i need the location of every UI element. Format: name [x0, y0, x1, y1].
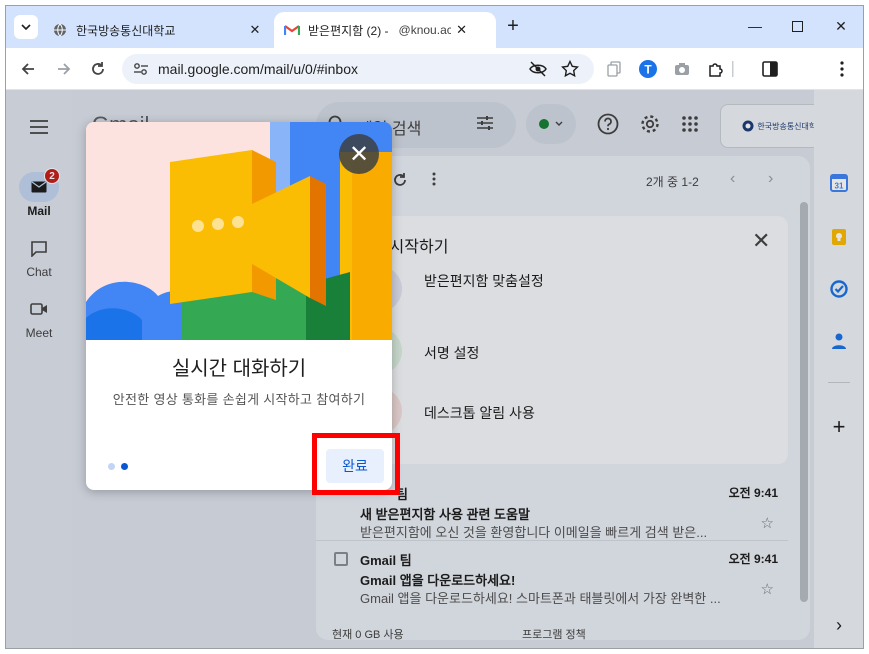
close-tab-icon[interactable]: ✕: [451, 19, 473, 41]
select-checkbox[interactable]: [334, 552, 348, 566]
reload-button[interactable]: [86, 57, 110, 81]
arrow-left-icon: [21, 63, 34, 75]
bookmark-star-icon[interactable]: [560, 59, 580, 79]
program-policy-link[interactable]: 프로그램 정책: [522, 626, 586, 642]
email-sender: Gmail 팀: [360, 553, 412, 568]
svg-text:T: T: [644, 63, 652, 77]
email-subject: Gmail 앱을 다운로드하세요!: [360, 573, 516, 588]
maximize-icon: [791, 20, 803, 32]
gear-icon[interactable]: [638, 112, 662, 136]
browser-toolbar: mail.google.com/mail/u/0/#inbox T: [6, 48, 863, 90]
setup-item-notifications[interactable]: 데스크톱 알림 사용: [424, 404, 584, 422]
tab-account: @knou.ac.kr: [398, 23, 451, 37]
email-row[interactable]: Gmail 팀 오전 9:41 Gmail 앱을 다운로드하세요! Gmail …: [316, 542, 788, 606]
row-divider: [316, 540, 788, 541]
university-emblem-icon: [742, 120, 754, 132]
gmail-rail: 2 Mail Chat Meet: [6, 90, 72, 648]
close-onboarding-button[interactable]: ✕: [339, 134, 379, 174]
rail-meet-label[interactable]: Meet: [6, 326, 72, 340]
address-bar[interactable]: mail.google.com/mail/u/0/#inbox: [122, 54, 594, 84]
help-icon[interactable]: [596, 112, 620, 136]
menu-kebab-icon[interactable]: [830, 57, 854, 81]
maximize-button[interactable]: [782, 14, 812, 38]
email-subject: 새 받은편지함 사용 관련 도움말: [360, 507, 530, 522]
eye-off-icon[interactable]: [528, 59, 548, 79]
chat-icon: [31, 241, 47, 257]
forward-button[interactable]: [52, 57, 76, 81]
tab-knou[interactable]: 한국방송통신대학교 ✕: [42, 12, 270, 48]
onboarding-description: 안전한 영상 통화를 손쉽게 시작하고 참여하기: [112, 392, 366, 407]
browser-window: 한국방송통신대학교 ✕ 받은편지함 (2) - @knou.ac.kr ✕ + …: [5, 5, 864, 649]
tab-gmail[interactable]: 받은편지함 (2) - @knou.ac.kr ✕: [274, 12, 496, 48]
rail-chat-label[interactable]: Chat: [6, 265, 72, 279]
refresh-icon[interactable]: [392, 172, 408, 193]
url-text: mail.google.com/mail/u/0/#inbox: [158, 61, 358, 77]
rail-mail-label[interactable]: Mail: [6, 204, 72, 218]
camera-icon[interactable]: [670, 57, 694, 81]
more-options-icon[interactable]: [432, 172, 436, 191]
tab-strip: 한국방송통신대학교 ✕ 받은편지함 (2) - @knou.ac.kr ✕ + …: [6, 6, 863, 48]
page-dot-2[interactable]: [121, 463, 128, 470]
pagination-dots: [108, 463, 128, 470]
tab-search-button[interactable]: [14, 15, 38, 39]
mail-icon: [31, 181, 47, 193]
email-time: 오전 9:41: [728, 552, 778, 566]
calendar-icon[interactable]: 31: [828, 172, 850, 194]
site-info-icon[interactable]: [132, 60, 150, 78]
email-time: 오전 9:41: [728, 486, 778, 500]
onboarding-card: ✕ 실시간 대화하기 안전한 영상 통화를 손쉽게 시작하고 참여하기 완료: [86, 122, 392, 490]
tasks-icon[interactable]: [828, 278, 850, 300]
hamburger-menu-icon[interactable]: [22, 112, 56, 142]
unread-badge: 2: [44, 168, 60, 184]
onboarding-title: 실시간 대화하기: [171, 358, 307, 380]
search-options-icon[interactable]: [476, 115, 494, 136]
previous-page-icon[interactable]: ‹: [730, 170, 735, 188]
add-app-icon[interactable]: +: [828, 414, 850, 439]
tab-title: 받은편지함 (2) -: [308, 23, 389, 38]
storage-usage: 현재 0 GB 사용: [332, 629, 404, 641]
next-page-icon[interactable]: ›: [768, 170, 773, 188]
side-panel-icon[interactable]: [758, 57, 782, 81]
message-count: 2개 중 1-2: [646, 175, 699, 189]
keep-icon[interactable]: [828, 226, 850, 248]
active-status-dot: [539, 119, 549, 129]
arrow-right-icon: [58, 63, 71, 75]
chevron-down-icon: [21, 24, 31, 31]
rail-meet-button[interactable]: [22, 294, 56, 324]
side-panel-apps: 31 + ›: [814, 90, 863, 648]
extensions-puzzle-icon[interactable]: [704, 57, 728, 81]
expand-panel-icon[interactable]: ›: [828, 614, 850, 636]
star-icon[interactable]: ☆: [761, 580, 774, 598]
inbox-scrollbar[interactable]: [800, 202, 808, 602]
close-icon: ✕: [348, 140, 370, 168]
copy-icon[interactable]: [602, 57, 626, 81]
email-snippet: Gmail 앱을 다운로드하세요! 스마트폰과 태블릿에서 가장 완벽한 ...: [360, 591, 721, 606]
setup-item-signature[interactable]: 서명 설정: [424, 344, 554, 362]
translate-extension-icon[interactable]: T: [636, 57, 660, 81]
tab-title: 한국방송통신대학교: [76, 23, 176, 38]
minimize-button[interactable]: —: [740, 14, 770, 38]
side-panel-divider: [828, 382, 850, 383]
new-tab-button[interactable]: +: [502, 16, 524, 38]
close-window-button[interactable]: ✕: [826, 14, 856, 38]
page-dot-1[interactable]: [108, 463, 115, 470]
done-button[interactable]: 완료: [326, 449, 384, 483]
email-snippet: 받은편지함에 오신 것을 환영합니다 이메일을 빠르게 검색 받은...: [360, 525, 708, 540]
apps-grid-icon[interactable]: [678, 112, 702, 136]
status-selector[interactable]: [526, 104, 576, 144]
close-icon[interactable]: ✕: [752, 228, 770, 254]
email-sender: 팀: [396, 487, 408, 502]
svg-text:31: 31: [835, 182, 844, 191]
reload-icon: [92, 62, 104, 75]
setup-item-inbox[interactable]: 받은편지함 맞춤설정: [424, 272, 554, 290]
gmail-icon: [284, 22, 300, 38]
contacts-icon[interactable]: [828, 330, 850, 352]
video-camera-icon: [30, 303, 47, 315]
rail-chat-button[interactable]: [22, 234, 56, 264]
toolbar-divider: [730, 57, 736, 81]
close-tab-icon[interactable]: ✕: [244, 19, 266, 41]
back-button[interactable]: [16, 57, 40, 81]
globe-icon: [52, 22, 68, 38]
star-icon[interactable]: ☆: [761, 514, 774, 532]
